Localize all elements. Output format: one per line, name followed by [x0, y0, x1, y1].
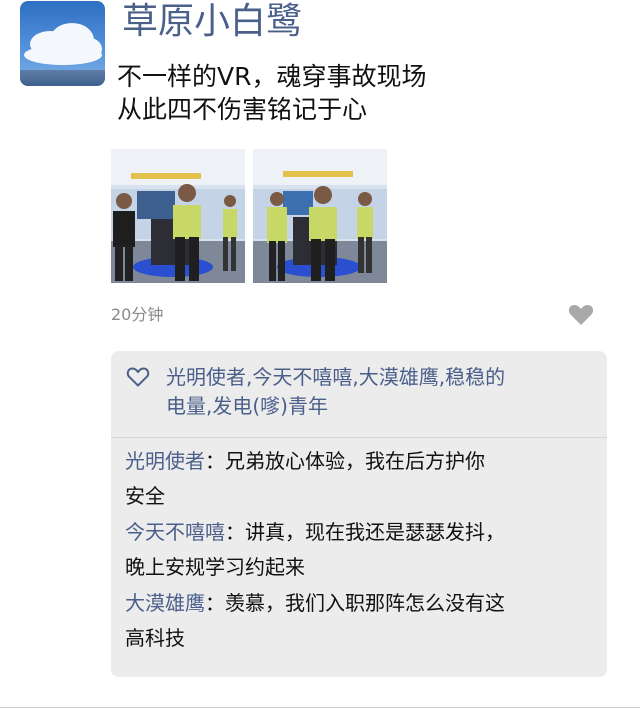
likes-names[interactable]: 光明使者,今天不嘻嘻,大漠雄鹰,稳稳的 电量,发电(嗲)青年 [166, 363, 596, 421]
comment-separator: ： [205, 449, 225, 473]
likes-line: 光明使者,今天不嘻嘻,大漠雄鹰,稳稳的 [166, 365, 506, 389]
comment-text: 安全 [125, 484, 165, 508]
comment-author[interactable]: 大漠雄鹰 [125, 591, 205, 615]
heart-filled-icon[interactable] [568, 304, 596, 326]
avatar-cloud [24, 45, 102, 65]
heart-outline-icon [126, 366, 152, 390]
divider [111, 437, 607, 438]
post-text: 不一样的VR，魂穿事故现场 从此四不伤害铭记于心 [117, 60, 617, 126]
post-text-line: 从此四不伤害铭记于心 [117, 95, 368, 124]
comments-panel: 光明使者,今天不嘻嘻,大漠雄鹰,稳稳的 电量,发电(嗲)青年 光明使者：兄弟放心… [111, 351, 607, 677]
avatar[interactable] [20, 1, 105, 86]
comment-item[interactable]: 大漠雄鹰：羡慕，我们入职那阵怎么没有这 高科技 [125, 586, 595, 656]
comment-separator: ： [225, 520, 245, 544]
comment-text: 讲真，现在我还是瑟瑟发抖， [245, 520, 505, 544]
post-time: 20分钟 [111, 305, 164, 324]
author-name[interactable]: 草原小白鹭 [122, 0, 302, 44]
comment-author[interactable]: 光明使者 [125, 449, 205, 473]
comment-author[interactable]: 今天不嘻嘻 [125, 520, 225, 544]
comment-text: 晚上安规学习约起来 [125, 555, 305, 579]
comment-text: 兄弟放心体验，我在后方护你 [225, 449, 485, 473]
likes-line: 电量,发电(嗲)青年 [166, 394, 328, 418]
avatar-ground [20, 70, 105, 86]
post-photo[interactable] [253, 149, 387, 283]
post-text-line: 不一样的VR，魂穿事故现场 [117, 62, 427, 91]
comment-text: 高科技 [125, 626, 185, 650]
comment-item[interactable]: 今天不嘻嘻：讲真，现在我还是瑟瑟发抖， 晚上安规学习约起来 [125, 515, 595, 585]
post-photo[interactable] [111, 149, 245, 283]
comment-item[interactable]: 光明使者：兄弟放心体验，我在后方护你 安全 [125, 444, 595, 514]
comment-text: 羡慕，我们入职那阵怎么没有这 [225, 591, 505, 615]
comment-separator: ： [205, 591, 225, 615]
